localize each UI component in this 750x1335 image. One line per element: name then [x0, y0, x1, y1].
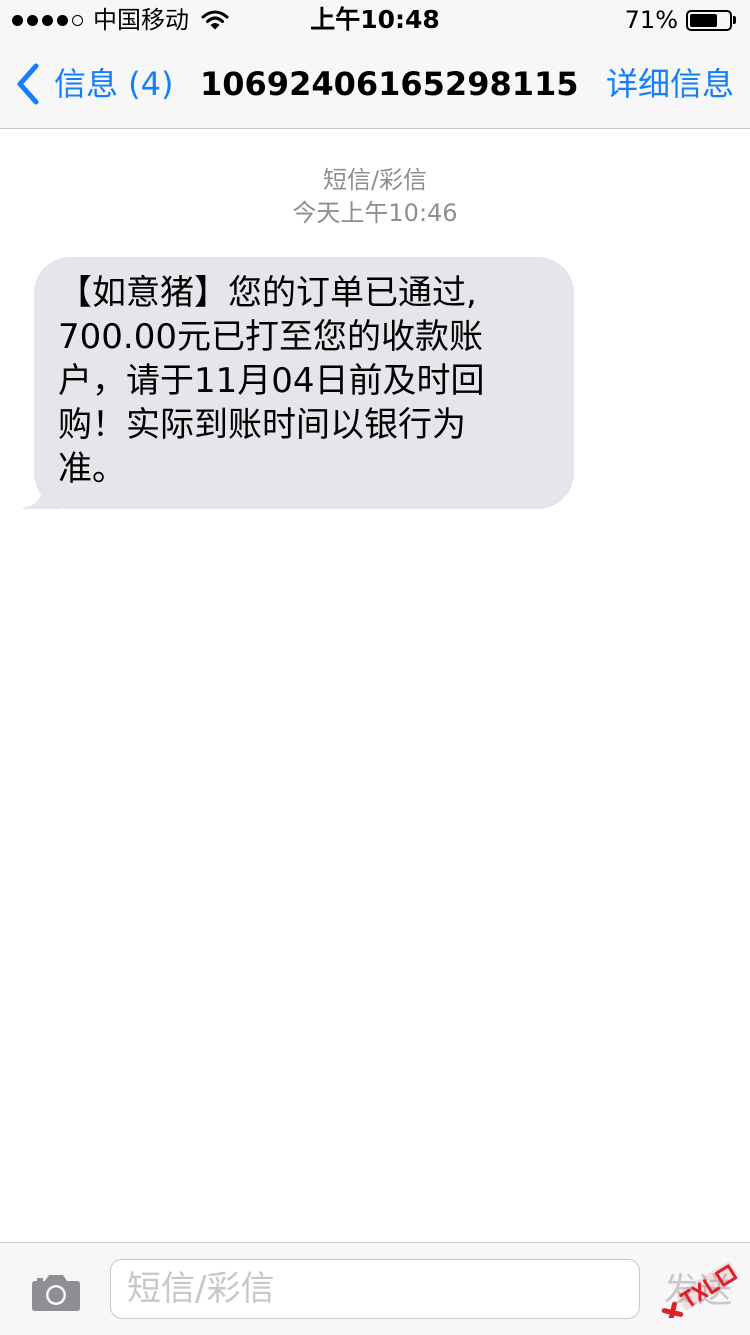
battery-percent: 71% [624, 6, 678, 34]
status-left: 中国移动 [12, 6, 229, 34]
signal-dot [57, 14, 68, 26]
message-line: 准。 [58, 449, 126, 489]
conversation-title: 10692406165298115 [200, 65, 579, 103]
incoming-message: 【如意猪】您的订单已通过, 700.00元已打至您的收款账 户，请于11月04日… [22, 257, 574, 509]
back-button-label: 信息 (4) [54, 65, 174, 103]
navigation-bar: 信息 (4) 10692406165298115 详细信息 [0, 40, 750, 129]
message-bubble[interactable]: 【如意猪】您的订单已通过, 700.00元已打至您的收款账 户，请于11月04日… [34, 257, 574, 509]
back-button[interactable]: 信息 (4) [14, 40, 174, 128]
message-line: 【如意猪】您的订单已通过, [58, 273, 477, 313]
send-button[interactable]: 发送 [664, 1265, 734, 1317]
input-bar: 发送 [0, 1242, 750, 1335]
wifi-icon [201, 10, 229, 30]
message-timestamp: 今天上午10:46 [292, 199, 458, 227]
signal-dot [12, 14, 23, 26]
message-line: 户，请于11月04日前及时回 [58, 361, 485, 401]
camera-icon[interactable] [30, 1273, 82, 1313]
signal-dot [42, 14, 53, 26]
message-input[interactable] [110, 1259, 640, 1319]
message-type-label: 短信/彩信 [322, 166, 428, 194]
message-line: 购！实际到账时间以银行为 [58, 405, 466, 445]
signal-dot [72, 14, 83, 26]
signal-strength-icon [12, 14, 83, 26]
signal-dot [27, 14, 38, 26]
battery-level-fill [690, 13, 717, 27]
status-right: 71% [625, 6, 736, 34]
details-button[interactable]: 详细信息 [606, 40, 734, 128]
carrier-name: 中国移动 [93, 6, 189, 34]
message-header: 短信/彩信 今天上午10:46 [0, 164, 750, 230]
battery-tip [733, 16, 736, 24]
chevron-left-icon [17, 63, 39, 105]
status-bar: 中国移动 上午10:48 71% [0, 0, 750, 40]
message-line: 700.00元已打至您的收款账 [58, 317, 483, 357]
battery-icon [686, 9, 732, 31]
